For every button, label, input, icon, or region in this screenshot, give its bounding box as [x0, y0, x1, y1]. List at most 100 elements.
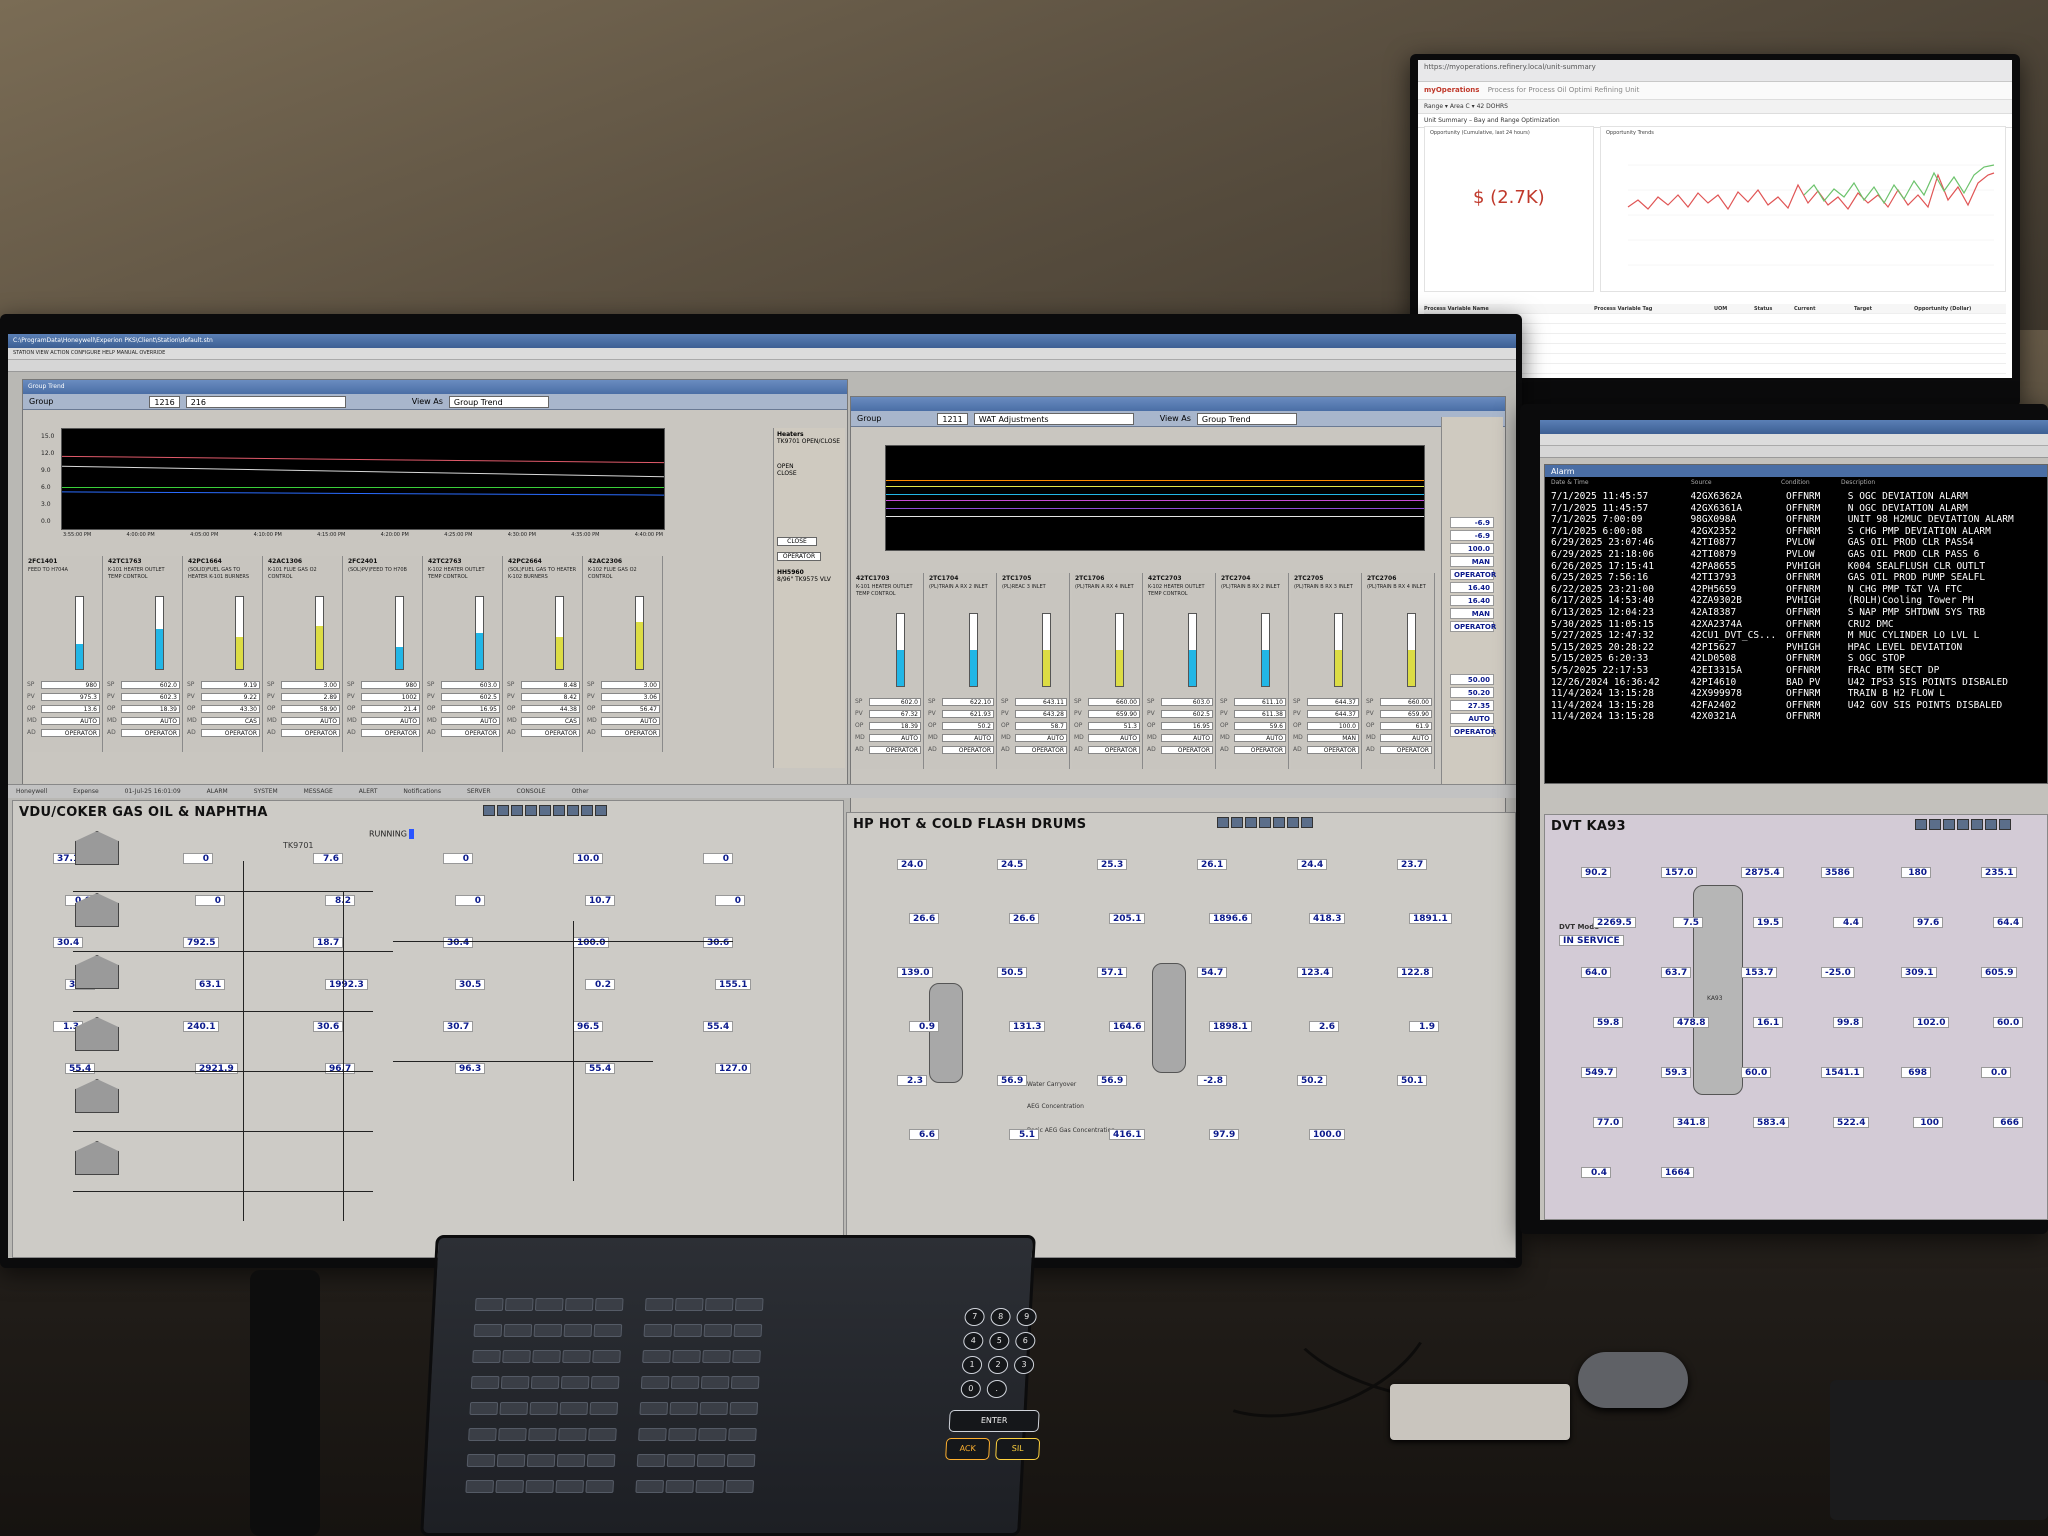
alarm-row[interactable]: 11/4/2024 13:15:28 42X999978 OFFNRM TRAIN B…	[1551, 688, 2047, 700]
process-value[interactable]: 56.9	[997, 1075, 1028, 1086]
numpad-key[interactable]: 9	[1016, 1308, 1038, 1326]
process-value[interactable]: -2.8	[1197, 1075, 1227, 1086]
numpad-key[interactable]: 1	[961, 1356, 983, 1374]
faceplate[interactable]: 42TC2763 K-102 HEATER OUTLET TEMP CONTROL…	[425, 556, 503, 752]
side-value[interactable]: -6.9	[1450, 530, 1494, 541]
numpad-key[interactable]: 7	[964, 1308, 986, 1326]
process-value[interactable]: 50.1	[1397, 1075, 1428, 1086]
faceplate-op-row[interactable]: OP 43.30	[187, 704, 260, 713]
process-value[interactable]: 0	[195, 895, 225, 906]
faceplate-ad-row[interactable]: AD OPERATOR	[855, 745, 921, 754]
faceplate[interactable]: 2TC1705 (PL)REAC 3 INLET SP 643.11 PV 643.28 O…	[999, 573, 1070, 769]
process-value[interactable]: 26.6	[909, 913, 940, 924]
process-value[interactable]: 164.6	[1109, 1021, 1146, 1032]
process-value[interactable]: 55.4	[65, 1063, 96, 1074]
view-as-select-mid[interactable]: Group Trend	[1196, 412, 1297, 425]
function-key[interactable]	[669, 1402, 699, 1415]
faceplate[interactable]: 2TC2704 (PL)TRAIN B RX 2 INLET SP 611.10 PV 6…	[1218, 573, 1289, 769]
numpad-key[interactable]: 5	[988, 1332, 1010, 1350]
faceplate-sp-row[interactable]: SP 611.10	[1220, 697, 1286, 706]
alarm-row[interactable]: 5/5/2025 22:17:53 42EI3315A OFFNRM FRAC BTM…	[1551, 665, 2047, 677]
process-value[interactable]: 56.9	[1097, 1075, 1128, 1086]
function-key[interactable]	[589, 1402, 619, 1415]
function-key[interactable]	[533, 1324, 563, 1337]
faceplate-pv-row[interactable]: PV 621.93	[928, 709, 994, 718]
side-value[interactable]: AUTO	[1450, 713, 1494, 724]
process-value[interactable]: 522.4	[1833, 1117, 1870, 1128]
process-value[interactable]: 7.6	[313, 853, 343, 864]
faceplate-ad-row[interactable]: AD OPERATOR	[1293, 745, 1359, 754]
faceplate-pv-row[interactable]: PV 602.5	[1147, 709, 1213, 718]
function-key[interactable]	[642, 1350, 671, 1363]
side-value[interactable]: -6.9	[1450, 517, 1494, 528]
function-key[interactable]	[695, 1480, 725, 1493]
process-value[interactable]: 549.7	[1581, 1067, 1618, 1078]
faceplate-ad-row[interactable]: AD OPERATOR	[1147, 745, 1213, 754]
process-value[interactable]: 77.0	[1593, 1117, 1624, 1128]
process-value[interactable]: 64.0	[1581, 967, 1612, 978]
alarm-row[interactable]: 6/29/2025 23:07:46 42TI0877 PVLOW GAS OIL P…	[1551, 537, 2047, 549]
function-key[interactable]	[588, 1428, 617, 1441]
process-value[interactable]: 23.7	[1397, 859, 1428, 870]
schematic-toolbar-left[interactable]	[483, 805, 607, 817]
faceplate-pv-row[interactable]: PV 643.28	[1001, 709, 1067, 718]
numpad-key[interactable]: 0	[960, 1380, 982, 1398]
faceplate-op-row[interactable]: OP 58.7	[1001, 721, 1067, 730]
function-key[interactable]	[504, 1298, 534, 1311]
faceplate-pv-row[interactable]: PV 659.90	[1366, 709, 1432, 718]
process-value[interactable]: 2269.5	[1593, 917, 1636, 928]
faceplate-op-row[interactable]: OP 50.2	[928, 721, 994, 730]
process-value[interactable]: 54.7	[1197, 967, 1228, 978]
faceplate-ad-row[interactable]: AD OPERATOR	[267, 728, 340, 737]
function-key[interactable]	[703, 1324, 733, 1337]
process-value[interactable]: 96.3	[455, 1063, 486, 1074]
function-key[interactable]	[638, 1428, 667, 1441]
function-key[interactable]	[593, 1324, 623, 1337]
process-value[interactable]: 55.4	[703, 1021, 734, 1032]
faceplate-pv-row[interactable]: PV 8.42	[507, 692, 580, 701]
browser-address-bar[interactable]: https://myoperations.refinery.local/unit…	[1418, 60, 2012, 82]
function-key[interactable]	[529, 1402, 559, 1415]
side-value[interactable]: 16.40	[1450, 582, 1494, 593]
process-value[interactable]: 583.4	[1753, 1117, 1790, 1128]
process-value[interactable]: 8.2	[325, 895, 355, 906]
process-value[interactable]: 102.0	[1913, 1017, 1950, 1028]
process-value[interactable]: 0	[703, 853, 733, 864]
function-key[interactable]	[700, 1376, 730, 1389]
process-value[interactable]: 131.3	[1009, 1021, 1046, 1032]
process-value[interactable]: 59.3	[1661, 1067, 1692, 1078]
faceplate[interactable]: 42AC1306 K-101 FLUE GAS O2 CONTROL SP 3.00 P…	[265, 556, 343, 752]
process-value[interactable]: 416.1	[1109, 1129, 1146, 1140]
faceplate-md-row[interactable]: MD AUTO	[267, 716, 340, 725]
schematic-toolbar-mid[interactable]	[1217, 817, 1313, 829]
faceplate-md-row[interactable]: MD AUTO	[347, 716, 420, 725]
alarm-row[interactable]: 7/1/2025 11:45:57 42GX6361A OFFNRM N OGC DE…	[1551, 503, 2047, 515]
function-key[interactable]	[532, 1350, 561, 1363]
function-key[interactable]	[474, 1298, 504, 1311]
status-item[interactable]: Honeywell	[16, 788, 47, 795]
alarm-row[interactable]: 5/15/2025 20:28:22 42PI5627 PVHIGH HPAC LEV…	[1551, 642, 2047, 654]
side-keyboard[interactable]	[1830, 1380, 2048, 1520]
process-value[interactable]: 7.5	[1673, 917, 1703, 928]
function-key[interactable]	[733, 1324, 763, 1337]
close-button[interactable]: CLOSE	[777, 537, 817, 546]
alarm-row[interactable]: 12/26/2024 16:36:42 42PI4610 BAD PV U42 IPS…	[1551, 677, 2047, 689]
faceplate-sp-row[interactable]: SP 660.00	[1074, 697, 1140, 706]
right-station-toolbar[interactable]	[1540, 446, 2048, 458]
alarm-row[interactable]: 5/30/2025 11:05:15 42XA2374A OFFNRM CRU2 DM…	[1551, 619, 2047, 631]
process-value[interactable]: 240.1	[183, 1021, 220, 1032]
process-value[interactable]: 205.1	[1109, 913, 1146, 924]
function-key[interactable]	[698, 1428, 727, 1441]
process-value[interactable]: -25.0	[1821, 967, 1855, 978]
process-value[interactable]: 1.9	[1409, 1021, 1439, 1032]
function-key[interactable]	[592, 1350, 621, 1363]
numpad-key[interactable]: 2	[987, 1356, 1009, 1374]
filters-bar[interactable]: Range ▾ Area C ▾ 42 DOHRS	[1418, 100, 2012, 114]
faceplate-pv-row[interactable]: PV 644.37	[1293, 709, 1359, 718]
numpad-key[interactable]: 6	[1014, 1332, 1036, 1350]
function-key[interactable]	[564, 1298, 594, 1311]
function-key[interactable]	[498, 1428, 527, 1441]
function-key[interactable]	[668, 1428, 697, 1441]
process-value[interactable]: 122.8	[1397, 967, 1434, 978]
process-value[interactable]: 30.6	[703, 937, 734, 948]
